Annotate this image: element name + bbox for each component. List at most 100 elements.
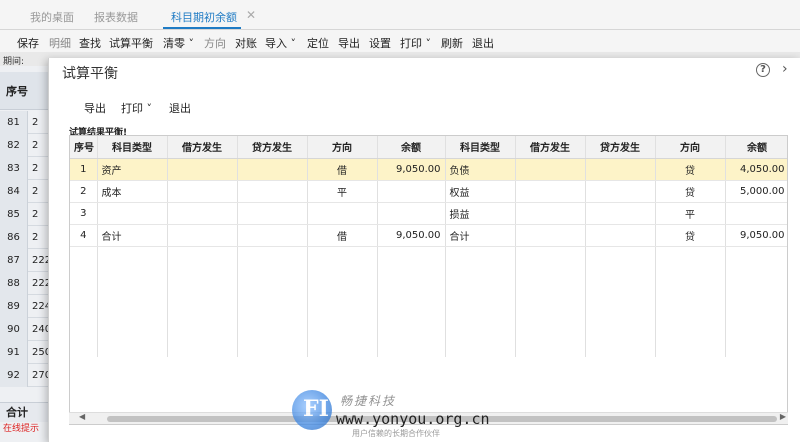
cell-seq[interactable]: 4 xyxy=(70,224,98,247)
cell-balance[interactable] xyxy=(377,202,446,225)
tab-my-desktop[interactable]: 我的桌面 xyxy=(30,9,74,25)
cell-debit-2[interactable] xyxy=(515,180,586,203)
background-row[interactable]: 88 222 xyxy=(0,272,51,295)
help-icon[interactable]: ? xyxy=(756,63,770,77)
cell-debit[interactable] xyxy=(167,224,238,247)
cell-direction-2[interactable]: 贷 xyxy=(655,180,726,203)
cell-credit[interactable] xyxy=(237,158,308,181)
cell-account-type-2[interactable]: 合计 xyxy=(445,224,516,247)
table-row[interactable]: 1 资产 借 9,050.00 负债 贷 4,050.00 xyxy=(70,158,787,181)
cell-balance[interactable]: 9,050.00 xyxy=(377,158,446,181)
cell-account-type-2[interactable]: 负债 xyxy=(445,158,516,181)
dialog-print-dropdown-button[interactable]: 打印 ˅ xyxy=(121,100,152,116)
cell-balance-2[interactable]: 4,050.00 xyxy=(725,158,787,181)
scroll-left-icon[interactable]: ◀ xyxy=(79,412,85,421)
table-row[interactable]: 4 合计借 9,050.00 合计贷 9,050.00 xyxy=(70,224,787,247)
col-header-debit: 借方发生 xyxy=(167,136,238,159)
cell-credit[interactable] xyxy=(237,180,308,203)
background-row[interactable]: 90 240 xyxy=(0,318,51,341)
background-row-number: 86 xyxy=(0,226,28,249)
trial-balance-button[interactable]: 试算平衡 xyxy=(109,35,153,51)
empty-cell xyxy=(725,334,787,356)
cell-direction-2[interactable]: 贷 xyxy=(655,224,726,247)
col-header-direction-2: 方向 xyxy=(655,136,726,159)
background-row-value: 2 xyxy=(32,140,39,151)
table-row[interactable]: 3 损益 平 xyxy=(70,202,787,225)
background-row[interactable]: 83 2 xyxy=(0,157,50,180)
cell-account-type[interactable]: 成本 xyxy=(97,180,168,203)
cell-direction[interactable] xyxy=(307,202,378,225)
cell-balance-2[interactable] xyxy=(725,202,787,225)
table-row[interactable]: 2 成本 平 权益 贷 5,000.00 xyxy=(70,180,787,203)
background-row[interactable]: 87 222 xyxy=(0,249,51,272)
cell-credit[interactable] xyxy=(237,224,308,247)
find-button[interactable]: 查找 xyxy=(79,35,101,51)
cell-balance[interactable]: 9,050.00 xyxy=(377,224,446,247)
cell-debit[interactable] xyxy=(167,180,238,203)
trial-balance-dialog: 试算平衡 ? › 导出 打印 ˅ 退出 试算结果平衡! 序号 科目类型 借方发生… xyxy=(48,58,800,442)
cell-seq[interactable]: 2 xyxy=(70,180,98,203)
cell-credit-2[interactable] xyxy=(585,158,656,181)
settings-button[interactable]: 设置 xyxy=(369,35,391,51)
tab-report-data[interactable]: 报表数据 xyxy=(94,9,138,25)
cell-account-type-2[interactable]: 权益 xyxy=(445,180,516,203)
background-row[interactable]: 82 2 xyxy=(0,134,50,157)
cell-debit-2[interactable] xyxy=(515,224,586,247)
background-row[interactable]: 84 2 xyxy=(0,180,50,203)
print-dropdown-button[interactable]: 打印 ˅ xyxy=(400,35,431,51)
cell-direction[interactable]: 借 xyxy=(307,224,378,247)
cell-balance[interactable] xyxy=(377,180,446,203)
cell-credit-2[interactable] xyxy=(585,224,656,247)
background-row[interactable]: 81 2 xyxy=(0,111,50,134)
close-tab-icon[interactable]: ✕ xyxy=(246,8,256,22)
cell-debit[interactable] xyxy=(167,158,238,181)
cell-debit[interactable] xyxy=(167,202,238,225)
watermark-slogan: 用户信赖的长期合作伙伴 xyxy=(352,429,440,438)
cell-account-type-2[interactable]: 损益 xyxy=(445,202,516,225)
close-icon[interactable]: › xyxy=(782,61,788,77)
scroll-right-icon[interactable]: ▶ xyxy=(780,412,786,421)
cell-account-type[interactable] xyxy=(97,202,168,225)
dialog-exit-button[interactable]: 退出 xyxy=(169,100,191,116)
cell-direction-2[interactable]: 平 xyxy=(655,202,726,225)
empty-row xyxy=(70,290,787,312)
cell-seq[interactable]: 3 xyxy=(70,202,98,225)
background-row-number: 90 xyxy=(0,318,28,341)
cell-credit[interactable] xyxy=(237,202,308,225)
empty-cell xyxy=(445,312,516,334)
cell-direction[interactable]: 平 xyxy=(307,180,378,203)
detail-button[interactable]: 明细 xyxy=(49,35,71,51)
cell-credit-2[interactable] xyxy=(585,180,656,203)
exit-button[interactable]: 退出 xyxy=(472,35,494,51)
save-button[interactable]: 保存 xyxy=(17,35,39,51)
clear-dropdown-button[interactable]: 清零 ˅ xyxy=(163,35,194,51)
cell-balance-2[interactable]: 9,050.00 xyxy=(725,224,787,247)
cell-seq[interactable]: 1 xyxy=(70,158,98,181)
cell-debit-2[interactable] xyxy=(515,202,586,225)
background-row[interactable]: 86 2 xyxy=(0,226,50,249)
export-button[interactable]: 导出 xyxy=(338,35,360,51)
empty-cell xyxy=(70,290,98,312)
direction-button[interactable]: 方向 xyxy=(204,35,226,51)
cell-direction[interactable]: 借 xyxy=(307,158,378,181)
cell-direction-2[interactable]: 贷 xyxy=(655,158,726,181)
import-dropdown-button[interactable]: 导入 ˅ xyxy=(265,35,296,51)
watermark-logo-icon: FI xyxy=(292,390,332,430)
cell-credit-2[interactable] xyxy=(585,202,656,225)
cell-account-type[interactable]: 合计 xyxy=(97,224,168,247)
background-row[interactable]: 89 224 xyxy=(0,295,51,318)
background-row[interactable]: 91 250 xyxy=(0,341,51,364)
background-row[interactable]: 92 270 xyxy=(0,364,51,387)
locate-button[interactable]: 定位 xyxy=(307,35,329,51)
cell-balance-2[interactable]: 5,000.00 xyxy=(725,180,787,203)
reconcile-button[interactable]: 对账 xyxy=(235,35,257,51)
refresh-button[interactable]: 刷新 xyxy=(441,35,463,51)
empty-cell xyxy=(585,312,656,334)
background-row-number: 82 xyxy=(0,134,28,157)
cell-debit-2[interactable] xyxy=(515,158,586,181)
cell-account-type[interactable]: 资产 xyxy=(97,158,168,181)
background-row[interactable]: 85 2 xyxy=(0,203,50,226)
tab-opening-balance[interactable]: 科目期初余额 xyxy=(171,9,237,25)
dialog-export-button[interactable]: 导出 xyxy=(84,100,106,116)
background-row-number: 87 xyxy=(0,249,28,272)
